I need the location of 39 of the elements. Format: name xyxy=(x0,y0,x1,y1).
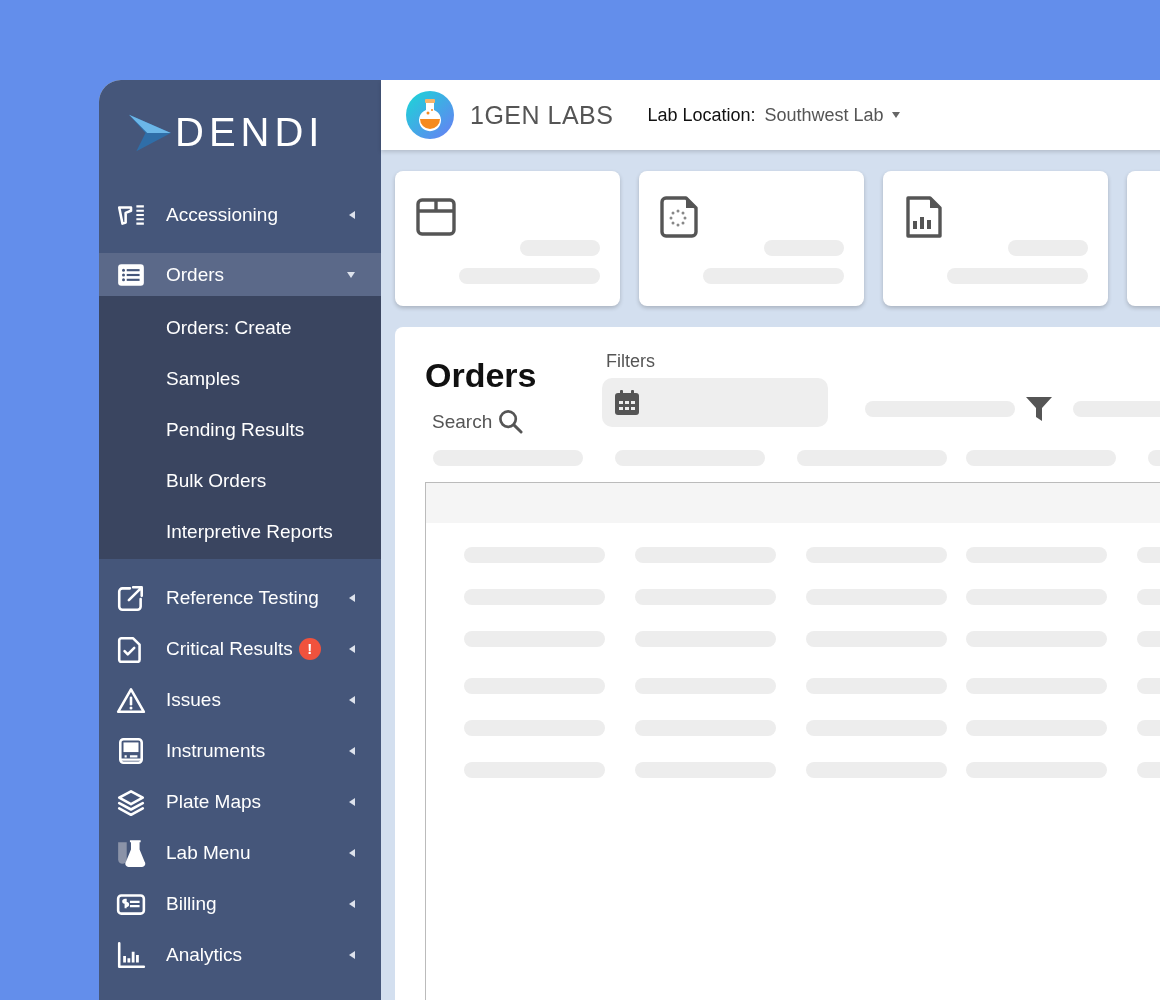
submenu-item[interactable]: Interpretive Reports xyxy=(99,506,381,557)
bar-chart-icon xyxy=(116,940,146,969)
nav-item[interactable]: Orders xyxy=(99,253,381,296)
logo-icon xyxy=(127,112,173,153)
filters-label: Filters xyxy=(606,351,656,372)
location-dropdown[interactable]: Southwest Lab xyxy=(764,104,900,126)
brand-name: 1GEN LABS xyxy=(470,100,614,130)
search-button[interactable]: Search xyxy=(432,409,524,434)
external-link-icon xyxy=(116,583,146,612)
caret-icon xyxy=(891,112,900,118)
nav-item[interactable]: Instruments xyxy=(99,729,381,772)
page-title: Orders xyxy=(425,355,538,395)
calendar-icon xyxy=(614,389,640,416)
date-filter-field[interactable] xyxy=(602,378,828,427)
nav-item[interactable]: Issues xyxy=(99,678,381,721)
box-icon xyxy=(415,195,457,239)
nav-item[interactable]: Critical Results ! xyxy=(99,627,381,670)
alert-badge: ! xyxy=(298,637,321,660)
nav-item[interactable]: Billing xyxy=(99,882,381,925)
nav-item[interactable]: Plate Maps xyxy=(99,780,381,823)
submenu-item[interactable]: Orders: Create xyxy=(99,302,381,353)
document-chart-icon xyxy=(903,195,945,239)
document-loading-icon xyxy=(659,195,701,239)
submenu-item[interactable]: Pending Results xyxy=(99,404,381,455)
nav-item[interactable]: Accessioning xyxy=(99,193,381,236)
location-label: Lab Location: xyxy=(647,104,756,126)
funnel-icon[interactable] xyxy=(1025,396,1053,422)
submenu-item[interactable]: Bulk Orders xyxy=(99,455,381,506)
flask-icon xyxy=(116,838,146,867)
layers-icon xyxy=(116,787,146,816)
nav-item[interactable]: Lab Menu xyxy=(99,831,381,874)
submenu-item[interactable]: Samples xyxy=(99,353,381,404)
search-icon[interactable] xyxy=(498,409,524,434)
monitor-icon xyxy=(116,736,146,765)
nav-item[interactable]: Reference Testing xyxy=(99,576,381,619)
nav-item[interactable]: Analytics xyxy=(99,933,381,976)
flask-logo-icon xyxy=(406,91,454,139)
logo-wordmark: DENDI xyxy=(175,110,325,155)
warning-icon xyxy=(116,685,146,714)
